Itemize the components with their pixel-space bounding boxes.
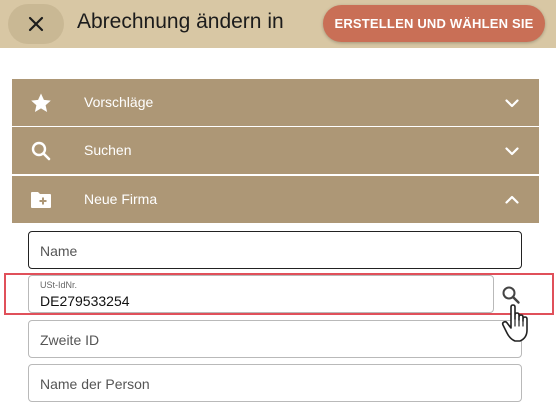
- accordion-suggestions[interactable]: Vorschläge: [12, 79, 539, 126]
- chevron-down-icon: [505, 99, 519, 108]
- accordion-label: Vorschläge: [84, 94, 154, 110]
- chevron-up-icon: [505, 195, 519, 204]
- folder-add-icon: [31, 192, 51, 208]
- person-name-field[interactable]: Name der Person: [28, 364, 522, 402]
- chevron-down-icon: [505, 147, 519, 156]
- person-name-placeholder: Name der Person: [40, 376, 150, 392]
- top-bar: Abrechnung ändern in ERSTELLEN UND WÄHLE…: [0, 0, 556, 48]
- accordion-new-company[interactable]: Neue Firma: [12, 176, 539, 223]
- search-icon: [31, 141, 51, 161]
- accordion-label: Suchen: [84, 142, 132, 158]
- name-placeholder: Name: [40, 243, 78, 259]
- create-and-select-button[interactable]: ERSTELLEN UND WÄHLEN SIE: [323, 5, 545, 42]
- star-icon: [31, 93, 51, 112]
- page-title: Abrechnung ändern in: [77, 10, 284, 33]
- accordion-label: Neue Firma: [84, 191, 158, 207]
- accordion-search[interactable]: Suchen: [12, 127, 539, 174]
- hand-cursor-icon: [501, 304, 528, 342]
- highlight-box: [4, 273, 554, 315]
- close-icon: [28, 16, 44, 32]
- second-id-field[interactable]: Zweite ID: [28, 320, 522, 358]
- close-button[interactable]: [8, 4, 64, 44]
- second-id-placeholder: Zweite ID: [40, 332, 100, 348]
- name-field[interactable]: Name: [28, 231, 522, 269]
